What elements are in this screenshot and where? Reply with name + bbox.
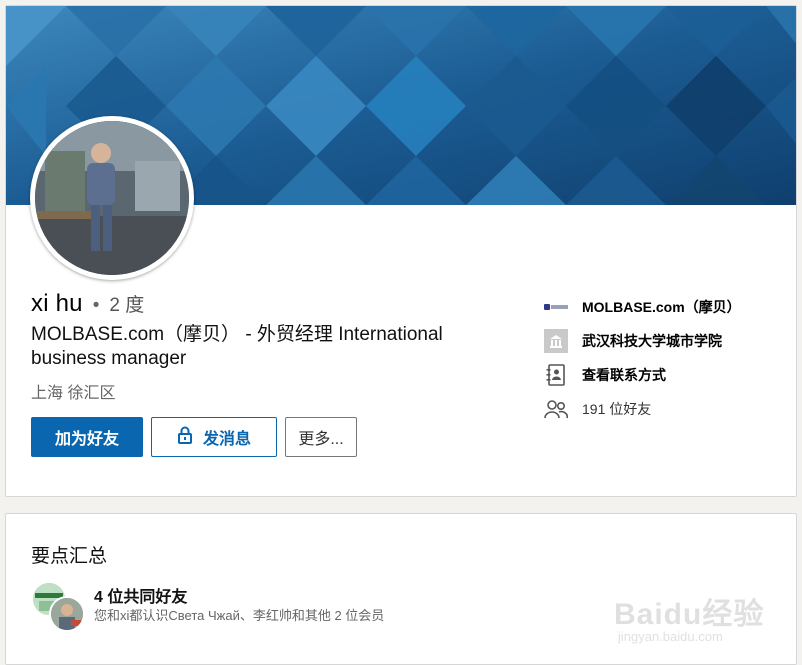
avatar-photo-illustration xyxy=(35,121,189,275)
current-company-link[interactable]: MOLBASE.com（摩贝） xyxy=(544,290,784,324)
avatar xyxy=(35,121,189,275)
school-link[interactable]: 武汉科技大学城市学院 xyxy=(544,324,784,358)
mutual-avatar-2 xyxy=(49,596,85,632)
profile-photo[interactable] xyxy=(30,116,194,280)
more-button[interactable]: 更多... xyxy=(285,417,357,457)
contact-info-label: 查看联系方式 xyxy=(582,367,666,383)
connect-button[interactable]: 加为好友 xyxy=(31,417,143,457)
profile-card: xi hu • 2 度 MOLBASE.com（摩贝） - 外贸经理 Inter… xyxy=(5,5,797,497)
mutual-connections-desc: 您和xi都认识Света Чжай、李红帅和其他 2 位会员 xyxy=(94,608,385,623)
school-name: 武汉科技大学城市学院 xyxy=(582,333,722,349)
profile-sidebar: MOLBASE.com（摩贝） 武汉科技大学城市学院 查看联系方式 191 位好… xyxy=(544,290,784,426)
separator-dot: • xyxy=(92,295,100,316)
mutual-connections-title[interactable]: 4 位共同好友 xyxy=(94,583,187,607)
profile-location: 上海 徐汇区 xyxy=(31,385,116,402)
highlights-card: 要点汇总 4 位共同好友 您和xi都认识Света Чжай、李红帅和其他 2 … xyxy=(5,513,797,665)
lock-icon xyxy=(177,426,193,449)
people-icon xyxy=(544,397,568,421)
name-row: xi hu • 2 度 xyxy=(31,290,144,318)
contact-info-link[interactable]: 查看联系方式 xyxy=(544,358,784,392)
company-name: MOLBASE.com（摩贝） xyxy=(582,299,741,315)
company-logo-icon xyxy=(544,295,568,319)
message-button-label: 发消息 xyxy=(202,431,251,448)
school-icon xyxy=(544,329,568,353)
contact-card-icon xyxy=(544,363,568,387)
profile-headline: MOLBASE.com（摩贝） - 外贸经理 International bus… xyxy=(31,324,443,369)
profile-name: xi hu xyxy=(31,290,83,317)
connections-link[interactable]: 191 位好友 xyxy=(544,392,784,426)
connections-count: 191 位好友 xyxy=(582,401,652,417)
message-button[interactable]: 发消息 xyxy=(151,417,277,457)
highlights-title: 要点汇总 xyxy=(31,546,108,567)
mutual-avatars[interactable] xyxy=(31,581,87,632)
connection-degree: 2 度 xyxy=(109,295,145,316)
